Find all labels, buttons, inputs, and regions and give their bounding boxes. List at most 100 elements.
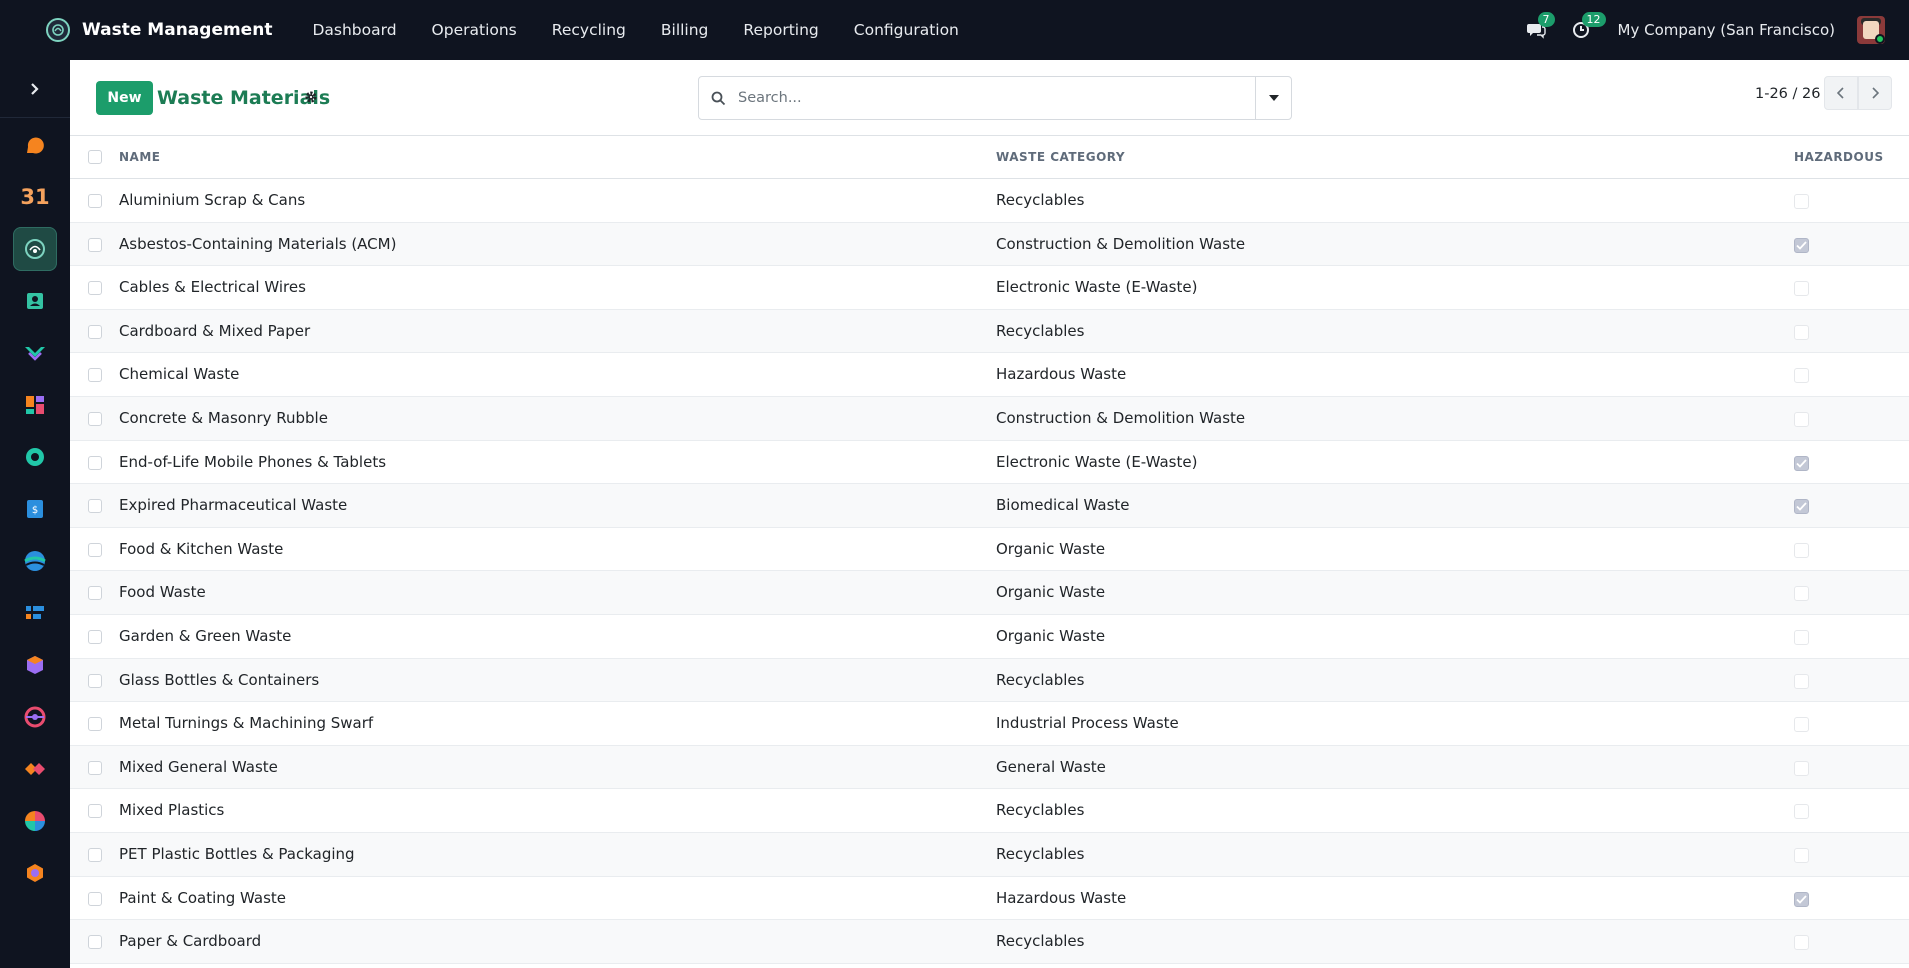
table-row[interactable]: Food & Kitchen Waste Organic Waste: [70, 528, 1909, 572]
table-row[interactable]: Paint & Coating Waste Hazardous Waste: [70, 877, 1909, 921]
cell-name: Cardboard & Mixed Paper: [119, 321, 311, 340]
row-select-checkbox[interactable]: [88, 586, 102, 601]
table-row[interactable]: End-of-Life Mobile Phones & Tablets Elect…: [70, 441, 1909, 485]
table-row[interactable]: PET Plastic Bottles & Packaging Recyclabl…: [70, 832, 1909, 877]
cell-waste-category: Hazardous Waste: [996, 888, 1127, 907]
app-brand[interactable]: Waste Management: [46, 18, 272, 42]
row-select-checkbox[interactable]: [88, 281, 102, 296]
row-select-checkbox[interactable]: [88, 760, 102, 775]
table-row[interactable]: Paper & Cardboard Recyclables: [70, 920, 1909, 964]
new-button[interactable]: New: [96, 81, 153, 115]
row-select-checkbox[interactable]: [88, 847, 102, 862]
hazardous-checkbox: [1794, 935, 1809, 951]
table-row[interactable]: Metal Turnings & Machining Swarf Industri…: [70, 702, 1909, 746]
table-row[interactable]: Cardboard & Mixed Paper Recyclables: [70, 309, 1909, 354]
search-input[interactable]: [738, 90, 1218, 106]
sidebar-app-planning[interactable]: [13, 747, 57, 791]
caret-down-icon: [1268, 95, 1279, 101]
waste-management-logo-icon: [46, 18, 70, 42]
column-header-hazardous[interactable]: HAZARDOUS: [1794, 150, 1884, 164]
sidebar-app-contacts[interactable]: [13, 279, 57, 323]
column-header-name[interactable]: NAME: [119, 150, 160, 164]
cell-waste-category: Industrial Process Waste: [996, 714, 1179, 733]
menu-configuration[interactable]: Configuration: [854, 21, 959, 39]
table-row[interactable]: Asbestos-Containing Materials (ACM) Const…: [70, 222, 1909, 267]
row-select-checkbox[interactable]: [88, 411, 102, 426]
sidebar-app-helpdesk[interactable]: [13, 435, 57, 479]
table-row[interactable]: Expired Pharmaceutical Waste Biomedical W…: [70, 484, 1909, 528]
sidebar-app-project[interactable]: [13, 591, 57, 635]
column-header-waste-category[interactable]: WASTE CATEGORY: [996, 150, 1125, 164]
activities-button[interactable]: 12: [1570, 12, 1606, 41]
row-select-checkbox[interactable]: [88, 804, 102, 819]
menu-recycling[interactable]: Recycling: [552, 21, 626, 39]
table-row[interactable]: Food Waste Organic Waste: [70, 571, 1909, 615]
row-select-checkbox[interactable]: [88, 891, 102, 906]
cell-waste-category: Hazardous Waste: [996, 365, 1127, 384]
select-all-checkbox[interactable]: [88, 150, 102, 164]
table-row[interactable]: Glass Bottles & Containers Recyclables: [70, 658, 1909, 703]
pager-value[interactable]: 1-26 / 26: [1755, 86, 1820, 102]
sidebar-app-dashboards[interactable]: [13, 383, 57, 427]
cell-waste-category: Electronic Waste (E-Waste): [996, 278, 1198, 297]
row-select-checkbox[interactable]: [88, 324, 102, 339]
row-select-checkbox[interactable]: [88, 237, 102, 252]
row-select-checkbox[interactable]: [88, 935, 102, 950]
sidebar-app-crm[interactable]: [13, 331, 57, 375]
table-row[interactable]: Mixed Plastics Recyclables: [70, 789, 1909, 833]
table-row[interactable]: Cables & Electrical Wires Electronic Wast…: [70, 266, 1909, 310]
pager-previous-button[interactable]: [1824, 76, 1858, 110]
row-select-checkbox[interactable]: [88, 717, 102, 732]
sidebar-app-inventory[interactable]: [13, 643, 57, 687]
sidebar-app-website[interactable]: [13, 539, 57, 583]
cell-name: Metal Turnings & Machining Swarf: [119, 714, 374, 733]
menu-reporting[interactable]: Reporting: [743, 21, 818, 39]
company-switcher[interactable]: My Company (San Francisco): [1618, 21, 1835, 39]
row-select-checkbox[interactable]: [88, 542, 102, 557]
user-avatar[interactable]: [1857, 16, 1885, 44]
row-select-checkbox[interactable]: [88, 194, 102, 208]
table-row[interactable]: Chemical Waste Hazardous Waste: [70, 353, 1909, 397]
table-row[interactable]: Aluminium Scrap & Cans Recyclables: [70, 179, 1909, 223]
table-row[interactable]: Garden & Green Waste Organic Waste: [70, 615, 1909, 659]
project-icon: [26, 606, 44, 619]
activities-count-badge: 12: [1581, 12, 1606, 27]
cell-waste-category: Recyclables: [996, 932, 1085, 951]
sidebar-app-repair[interactable]: [13, 851, 57, 895]
hazardous-checkbox: [1794, 847, 1809, 863]
cell-waste-category: Recyclables: [996, 844, 1085, 863]
menu-dashboard[interactable]: Dashboard: [312, 21, 396, 39]
hazardous-checkbox: [1794, 891, 1809, 907]
messages-button[interactable]: 7: [1526, 12, 1555, 41]
sidebar-toggle-button[interactable]: [0, 60, 70, 118]
row-select-checkbox[interactable]: [88, 629, 102, 644]
sidebar-app-waste-management[interactable]: [13, 227, 57, 271]
sidebar-app-fleet[interactable]: [13, 695, 57, 739]
menu-operations[interactable]: Operations: [432, 21, 517, 39]
hazardous-checkbox: [1794, 194, 1809, 209]
menu-billing[interactable]: Billing: [661, 21, 709, 39]
sidebar-app-discuss[interactable]: [13, 123, 57, 167]
fleet-icon: [24, 706, 46, 728]
main-menu: Dashboard Operations Recycling Billing R…: [312, 21, 993, 39]
hazardous-checkbox: [1794, 629, 1809, 645]
row-select-checkbox[interactable]: [88, 455, 102, 470]
table-row[interactable]: Mixed General Waste General Waste: [70, 745, 1909, 790]
sidebar-app-spreadsheet[interactable]: [13, 799, 57, 843]
row-select-checkbox[interactable]: [88, 673, 102, 688]
row-select-checkbox[interactable]: [88, 368, 102, 383]
pager-next-button[interactable]: [1858, 76, 1892, 110]
sidebar-app-calendar[interactable]: 31: [13, 175, 57, 219]
row-select-checkbox[interactable]: [88, 499, 102, 514]
cell-waste-category: Recyclables: [996, 801, 1085, 820]
check-icon: [1796, 458, 1807, 468]
waste-materials-list: NAME WASTE CATEGORY HAZARDOUS Aluminium …: [70, 136, 1909, 964]
inventory-icon: [27, 656, 43, 674]
control-panel: New Waste Materials 1-26 / 26: [70, 60, 1909, 136]
gear-icon[interactable]: [304, 90, 318, 108]
hazardous-checkbox: [1794, 281, 1809, 297]
cell-name: Paper & Cardboard: [119, 932, 262, 951]
table-row[interactable]: Concrete & Masonry Rubble Construction & …: [70, 396, 1909, 441]
sidebar-app-invoicing[interactable]: $: [13, 487, 57, 531]
search-options-toggle[interactable]: [1255, 77, 1291, 119]
